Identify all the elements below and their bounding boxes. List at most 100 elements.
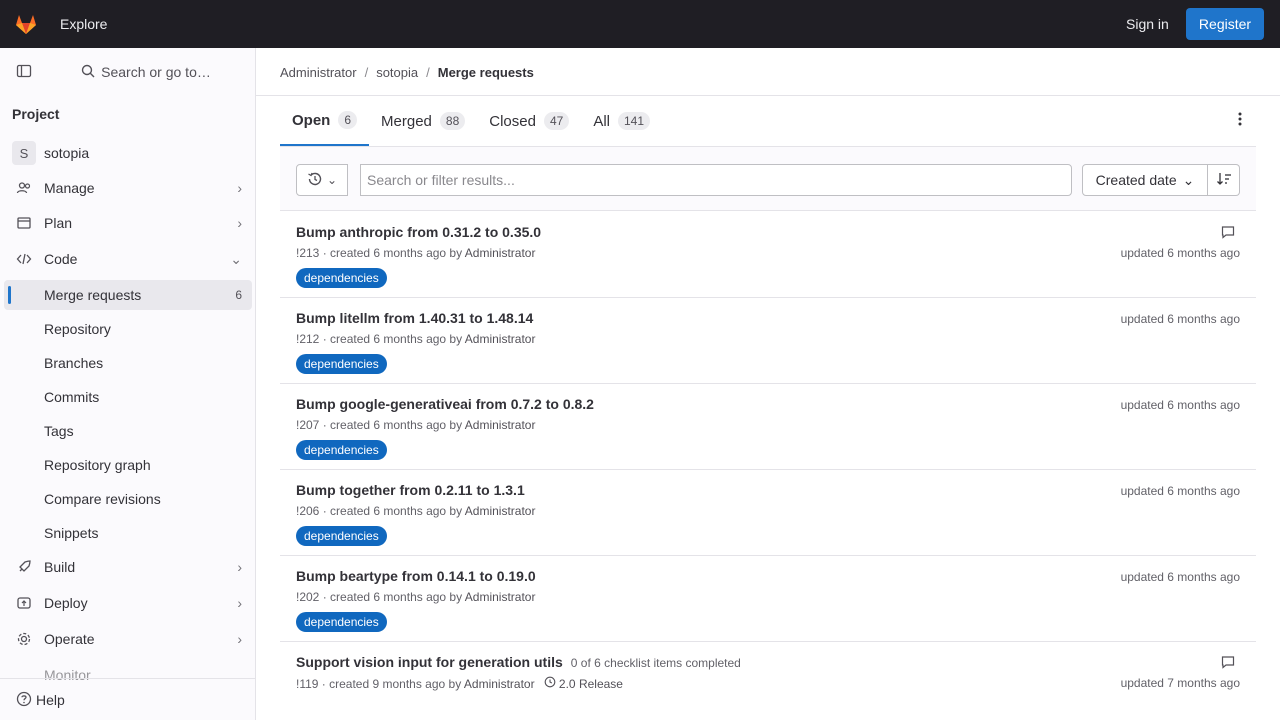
sidebar-item-label: Build	[44, 559, 76, 575]
help-button[interactable]: Help	[8, 686, 73, 714]
merge-request-meta: !119 · created 9 months ago by Administr…	[296, 676, 623, 692]
sidebar-item-label: Merge requests	[44, 287, 142, 303]
list-item: Bump together from 0.2.11 to 1.3.1 !206 …	[280, 470, 1256, 556]
sidebar-item-commits[interactable]: Commits	[4, 382, 252, 412]
sidebar-item-manage[interactable]: Manage ›	[4, 173, 252, 203]
tab-closed[interactable]: Closed 47	[477, 96, 581, 146]
chevron-right-icon: ›	[237, 180, 242, 196]
chevron-right-icon: ›	[237, 595, 242, 611]
sidebar-item-repository-graph[interactable]: Repository graph	[4, 450, 252, 480]
dependencies-label[interactable]: dependencies	[296, 354, 387, 374]
sidebar-item-plan[interactable]: Plan ›	[4, 208, 252, 238]
sidebar-item-code[interactable]: Code ⌄	[4, 244, 252, 274]
list-item: Support vision input for generation util…	[280, 642, 1256, 720]
checklist-status: 0 of 6 checklist items completed	[570, 656, 741, 670]
tab-all[interactable]: All 141	[581, 96, 662, 146]
search-button[interactable]: Search or go to…	[44, 58, 248, 86]
help-label: Help	[36, 692, 65, 708]
planning-icon	[16, 215, 32, 231]
clock-icon	[544, 676, 556, 691]
breadcrumb-current[interactable]: Merge requests	[438, 65, 534, 80]
tab-merged[interactable]: Merged 88	[369, 96, 477, 146]
comments-icon[interactable]	[1216, 224, 1240, 240]
merge-request-meta: !207 · created 6 months ago by Administr…	[296, 418, 535, 432]
help-icon	[16, 691, 32, 710]
meta-text: !206 · created 6 months ago by	[296, 504, 465, 518]
updated-time: updated 6 months ago	[1120, 570, 1240, 584]
breadcrumb-owner[interactable]: Administrator	[280, 65, 357, 80]
sidebar-toggle-button[interactable]	[8, 58, 40, 86]
sidebar-item-snippets[interactable]: Snippets	[4, 518, 252, 548]
author-link[interactable]: Administrator	[465, 590, 536, 604]
sidebar-item-operate[interactable]: Operate ›	[4, 624, 252, 654]
top-bar: Explore Sign in Register	[0, 0, 1280, 48]
sidebar-divider	[0, 678, 255, 679]
tab-count-badge: 141	[617, 112, 651, 130]
breadcrumb-project[interactable]: sotopia	[376, 65, 418, 80]
cloud-gear-icon	[16, 631, 32, 647]
chevron-down-icon: ⌄	[1182, 171, 1195, 188]
merge-request-title[interactable]: Bump anthropic from 0.31.2 to 0.35.0	[296, 224, 541, 240]
merge-request-title[interactable]: Bump google-generativeai from 0.7.2 to 0…	[296, 396, 594, 412]
meta-text: !207 · created 6 months ago by	[296, 418, 465, 432]
sidebar-item-label: Operate	[44, 631, 95, 647]
updated-time: updated 6 months ago	[1120, 484, 1240, 498]
dependencies-label[interactable]: dependencies	[296, 268, 387, 288]
chevron-right-icon: ›	[237, 215, 242, 231]
more-actions-button[interactable]	[1224, 104, 1256, 136]
milestone-label: 2.0 Release	[558, 676, 623, 691]
sidebar-item-project[interactable]: S sotopia	[4, 138, 252, 168]
explore-link[interactable]: Explore	[50, 8, 117, 40]
project-avatar: S	[12, 141, 36, 165]
sidebar-item-merge-requests[interactable]: Merge requests 6	[4, 280, 252, 310]
milestone-link[interactable]: 2.0 Release	[544, 676, 623, 691]
merge-request-title-link[interactable]: Support vision input for generation util…	[296, 654, 563, 670]
gitlab-logo-icon[interactable]	[10, 8, 42, 40]
sidebar-item-label: Snippets	[44, 525, 99, 541]
search-filter-input[interactable]	[360, 164, 1072, 196]
merge-request-meta: !212 · created 6 months ago by Administr…	[296, 332, 535, 346]
sign-in-link[interactable]: Sign in	[1118, 8, 1177, 40]
tab-count-badge: 47	[543, 112, 570, 130]
breadcrumb-separator: /	[426, 64, 430, 80]
sidebar-item-repository[interactable]: Repository	[4, 314, 252, 344]
chevron-right-icon: ›	[237, 559, 242, 575]
merge-request-meta: !202 · created 6 months ago by Administr…	[296, 590, 535, 604]
register-button[interactable]: Register	[1186, 8, 1264, 40]
author-link[interactable]: Administrator	[465, 418, 536, 432]
merge-request-title[interactable]: Bump beartype from 0.14.1 to 0.19.0	[296, 568, 536, 584]
filter-bar: ⌄ Created date ⌄	[280, 147, 1256, 211]
author-link[interactable]: Administrator	[464, 677, 535, 691]
sidebar: Search or go to… Project S sotopia Manag…	[0, 48, 256, 720]
author-link[interactable]: Administrator	[465, 332, 536, 346]
dependencies-label[interactable]: dependencies	[296, 526, 387, 546]
author-link[interactable]: Administrator	[465, 246, 536, 260]
merge-request-meta: !206 · created 6 months ago by Administr…	[296, 504, 535, 518]
sidebar-item-deploy[interactable]: Deploy ›	[4, 588, 252, 618]
merge-request-title: Support vision input for generation util…	[296, 654, 741, 670]
recent-searches-button[interactable]: ⌄	[296, 164, 348, 196]
comments-icon[interactable]	[1216, 654, 1240, 670]
merge-request-meta: !213 · created 6 months ago by Administr…	[296, 246, 535, 260]
sidebar-item-tags[interactable]: Tags	[4, 416, 252, 446]
tab-open[interactable]: Open 6	[280, 96, 370, 146]
chevron-down-icon: ⌄	[230, 250, 242, 267]
dependencies-label[interactable]: dependencies	[296, 612, 387, 632]
merge-request-title[interactable]: Bump together from 0.2.11 to 1.3.1	[296, 482, 525, 498]
sidebar-item-label: Code	[44, 251, 78, 267]
list-item: Bump litellm from 1.40.31 to 1.48.14 !21…	[280, 298, 1256, 384]
author-link[interactable]: Administrator	[465, 504, 536, 518]
sidebar-item-build[interactable]: Build ›	[4, 552, 252, 582]
tab-label: Merged	[381, 112, 432, 130]
search-icon	[81, 64, 95, 81]
merge-request-title[interactable]: Bump litellm from 1.40.31 to 1.48.14	[296, 310, 533, 326]
dependencies-label[interactable]: dependencies	[296, 440, 387, 460]
updated-time: updated 6 months ago	[1120, 398, 1240, 412]
tab-label: Open	[292, 111, 331, 129]
merge-request-tabs: Open 6 Merged 88 Closed 47 All 141	[280, 96, 662, 146]
sort-dropdown[interactable]: Created date ⌄	[1082, 164, 1208, 196]
rocket-icon	[16, 559, 32, 575]
sidebar-item-branches[interactable]: Branches	[4, 348, 252, 378]
sidebar-item-compare-revisions[interactable]: Compare revisions	[4, 484, 252, 514]
sort-direction-button[interactable]	[1208, 164, 1240, 196]
